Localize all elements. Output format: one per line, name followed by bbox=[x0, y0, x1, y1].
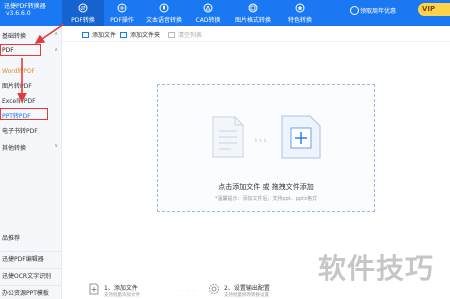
speech-icon bbox=[159, 3, 169, 13]
step-1-subtitle: 支持批量添加文件 bbox=[104, 293, 140, 298]
sidebar-item-label: Excel转PDF bbox=[2, 98, 36, 105]
convert-icon bbox=[78, 3, 88, 13]
sidebar-item-excel-to-pdf[interactable]: Excel转PDF bbox=[0, 96, 62, 105]
button-label: 添加文件 bbox=[92, 32, 117, 39]
recommend-label: 迅捷PDF编辑器 bbox=[2, 256, 44, 263]
recommend-label: 办公资源PPT模板 bbox=[2, 290, 49, 297]
add-folder-icon bbox=[120, 32, 127, 38]
tab-pdf-convert[interactable]: PDF转换 bbox=[62, 0, 104, 26]
recommend-label: 迅捷OCR文字识别 bbox=[2, 273, 52, 280]
recommend-item[interactable]: 迅捷PDF编辑器 bbox=[0, 251, 62, 263]
step-1-title: 1、添加文件 bbox=[104, 285, 138, 292]
sidebar-item-label: PPT转PDF bbox=[2, 113, 31, 120]
sidebar-item-label: 图片转PDF bbox=[2, 83, 32, 90]
sidebar-item-word-to-pdf[interactable]: Word转PDF bbox=[0, 66, 62, 75]
button-label: 清空列表 bbox=[178, 32, 203, 39]
tab-speech-convert[interactable]: 文本语音转换 bbox=[140, 0, 188, 26]
chevron-up-icon: ∧ bbox=[54, 31, 58, 37]
tab-feature-convert[interactable]: 特色转换 bbox=[278, 0, 322, 26]
sidebar: 基础转换 ∧ PDF ∧ Word转PDF 图片转PDF Excel转PDF P… bbox=[0, 26, 62, 299]
step-add-file-icon bbox=[89, 283, 99, 295]
chevron-down-icon: ∨ bbox=[54, 143, 58, 149]
vip-badge[interactable]: VIP bbox=[418, 3, 450, 16]
tab-label: 图片格式转换 bbox=[234, 17, 271, 24]
clear-list-button[interactable]: 清空列表 bbox=[168, 30, 202, 39]
group-label: 基础转换 bbox=[2, 33, 27, 40]
image-icon bbox=[248, 3, 258, 13]
tab-cad-convert[interactable]: CAD转换 bbox=[188, 0, 228, 26]
drop-zone-hint: *温馨提示：添加文件后，支持ppt、pptx格式 bbox=[214, 196, 318, 202]
tab-label: 文本语音转换 bbox=[145, 17, 182, 24]
app-version: v3.6.6.0 bbox=[6, 10, 31, 17]
add-file-icon bbox=[82, 32, 89, 38]
tab-pdf-ops[interactable]: PDF操作 bbox=[104, 0, 140, 26]
step-2-subtitle: 支持批量修改转换设置 bbox=[224, 293, 269, 298]
feature-icon bbox=[295, 3, 305, 13]
recommend-title: 品推荐 bbox=[2, 235, 21, 242]
title-bar: 迅捷PDF转换器 v3.6.6.0 PDF转换 PDF操作 文本语音转换 CAD… bbox=[0, 0, 450, 26]
drop-zone-title: 点击添加文件 或 拖拽文件添加 bbox=[218, 183, 314, 191]
arrow-right-icon: ››› bbox=[254, 136, 268, 146]
tab-label: PDF转换 bbox=[71, 17, 95, 24]
sidebar-group-basic[interactable]: 基础转换 ∧ bbox=[0, 31, 62, 40]
sidebar-group-other[interactable]: 其他转换 ∨ bbox=[0, 143, 62, 152]
add-file-button[interactable]: 添加文件 bbox=[82, 30, 116, 39]
pdf-ops-icon bbox=[117, 3, 127, 13]
document-icon bbox=[212, 116, 244, 158]
sidebar-group-pdf[interactable]: PDF ∧ bbox=[0, 47, 62, 54]
cad-icon bbox=[203, 3, 213, 13]
tab-label: CAD转换 bbox=[195, 17, 221, 24]
button-label: 添加文件夹 bbox=[130, 32, 161, 39]
app-window: 迅捷PDF转换器 v3.6.6.0 PDF转换 PDF操作 文本语音转换 CAD… bbox=[0, 0, 450, 299]
watermark-text: 软件技巧 bbox=[318, 252, 435, 285]
step-separator: · · · · bbox=[175, 288, 196, 295]
chevron-up-icon: ∧ bbox=[54, 47, 58, 53]
sidebar-item-ppt-to-pdf[interactable]: PPT转PDF bbox=[0, 111, 62, 120]
recommend-item[interactable]: 迅捷OCR文字识别 bbox=[0, 268, 62, 280]
add-file-icon bbox=[281, 115, 321, 159]
tab-image-convert[interactable]: 图片格式转换 bbox=[228, 0, 278, 26]
toolbar: 添加文件 添加文件夹 清空列表 bbox=[62, 26, 450, 42]
sidebar-item-label: Word转PDF bbox=[2, 68, 36, 75]
sidebar-item-image-to-pdf[interactable]: 图片转PDF bbox=[0, 81, 62, 90]
settings-icon bbox=[209, 284, 219, 294]
sidebar-item-label: 电子书转PDF bbox=[2, 128, 38, 135]
group-label: PDF bbox=[2, 47, 14, 54]
sidebar-item-ebook-to-pdf[interactable]: 电子书转PDF bbox=[0, 126, 62, 135]
app-name: 迅捷PDF转换器 bbox=[4, 3, 46, 10]
tab-label: 特色转换 bbox=[287, 17, 312, 24]
add-folder-button[interactable]: 添加文件夹 bbox=[120, 30, 160, 39]
promo-link[interactable]: 领取周年优惠 bbox=[360, 6, 396, 15]
step-2-title: 2、设置输出配置 bbox=[224, 285, 270, 292]
trash-icon bbox=[168, 32, 175, 38]
user-avatar[interactable] bbox=[350, 6, 359, 15]
recommend-item[interactable]: 办公资源PPT模板 bbox=[0, 285, 62, 297]
file-drop-zone[interactable]: ››› 点击添加文件 或 拖拽文件添加 *温馨提示：添加文件后，支持ppt、pp… bbox=[157, 84, 375, 212]
group-label: 其他转换 bbox=[2, 145, 27, 152]
tab-label: PDF操作 bbox=[110, 17, 134, 24]
